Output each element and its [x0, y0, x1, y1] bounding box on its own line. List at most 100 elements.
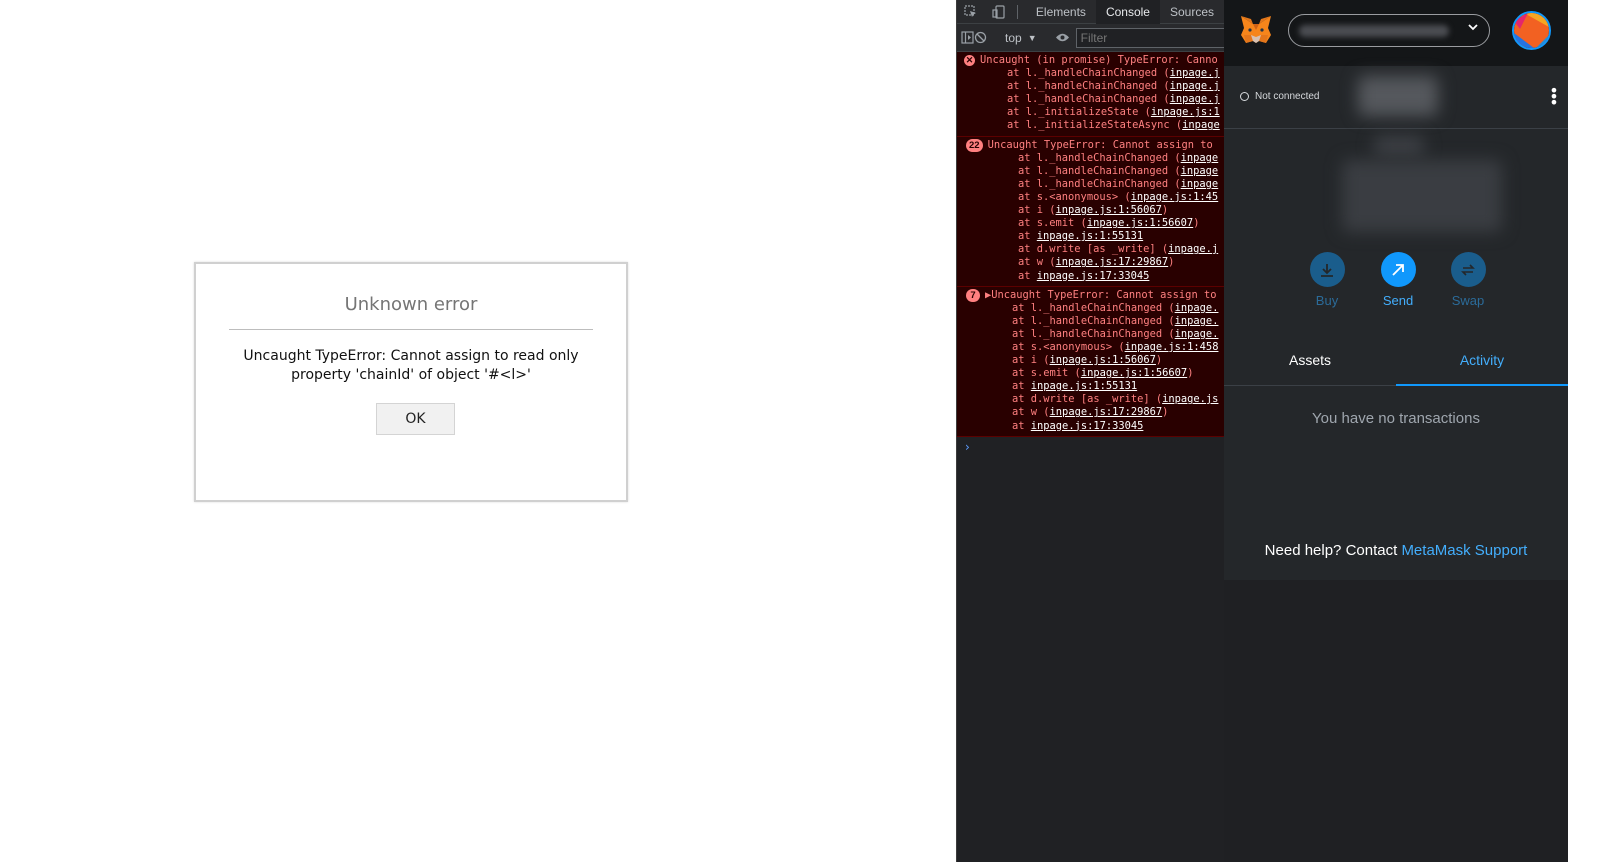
source-link[interactable]: inpage.js:1:55131 — [1031, 380, 1137, 392]
inspect-element-icon[interactable] — [957, 0, 985, 24]
source-link[interactable]: inpage.js:1:56607 — [1087, 217, 1193, 229]
buy-label: Buy — [1315, 293, 1339, 308]
send-button[interactable]: Send — [1373, 252, 1423, 308]
source-link[interactable]: inpage — [1182, 119, 1220, 131]
stack-frame-close: ) — [1193, 217, 1200, 230]
web-page: Unknown error Uncaught TypeError: Cannot… — [0, 0, 956, 862]
source-link[interactable]: inpage.j — [1168, 243, 1218, 255]
repeat-count-badge: 22 — [966, 138, 983, 152]
stack-frame-caller: at w ( — [1018, 256, 1056, 269]
stack-frame-caller: at l._handleChainChanged ( — [1007, 93, 1170, 106]
asset-tabs: Assets Activity — [1224, 340, 1568, 386]
stack-frame-line: at s.emit (inpage.js:1:56607) — [957, 367, 1224, 380]
ok-button[interactable]: OK — [376, 403, 455, 435]
devtools-background-extension — [1224, 580, 1568, 862]
device-toolbar-icon[interactable] — [985, 0, 1013, 24]
stack-frame-caller: at — [1018, 269, 1037, 282]
source-link[interactable]: inpage.js — [1162, 393, 1218, 405]
console-prompt[interactable]: › — [957, 437, 1224, 454]
stack-frame-line: at d.write [as _write] (inpage.j — [957, 243, 1224, 256]
stack-frame-caller: at s.<anonymous> ( — [1012, 340, 1125, 353]
error-dialog: Unknown error Uncaught TypeError: Cannot… — [194, 262, 628, 502]
dialog-title: Unknown error — [344, 294, 478, 315]
account-name-blurred — [1299, 25, 1449, 37]
stack-frame-line: at inpage.js:17:33045 — [957, 270, 1224, 283]
source-link[interactable]: inpage.js:1:55131 — [1037, 230, 1143, 242]
source-link[interactable]: inpage.js:1:56067 — [1050, 354, 1156, 366]
buy-button[interactable]: Buy — [1302, 252, 1352, 308]
source-link[interactable]: inpage. — [1175, 302, 1219, 314]
source-link[interactable]: inpage.js:17:29867 — [1056, 256, 1169, 268]
sidebar-toggle-icon[interactable] — [961, 25, 974, 51]
source-link[interactable]: inpage.js:1:458 — [1125, 341, 1219, 353]
source-link[interactable]: inpage.j — [1170, 80, 1220, 92]
source-link[interactable]: inpage — [1181, 165, 1219, 177]
console-error-entry[interactable]: 7 ▶Uncaught TypeError: Cannot assign to at… — [957, 286, 1224, 437]
account-selector[interactable] — [1288, 14, 1490, 47]
source-link[interactable]: inpage.js:1:45 — [1131, 191, 1219, 203]
stack-frame-close: ) — [1162, 406, 1169, 419]
stack-frame-line: at l._initializeStateAsync (inpage — [957, 119, 1224, 132]
console-error-entry[interactable]: 22 Uncaught TypeError: Cannot assign to at… — [957, 136, 1224, 287]
metamask-support-link[interactable]: MetaMask Support — [1401, 542, 1527, 559]
console-error-entry[interactable]: ✕ Uncaught (in promise) TypeError: Canno a… — [957, 52, 1224, 137]
stack-frame-caller: at l._handleChainChanged ( — [1007, 80, 1170, 93]
source-link[interactable]: inpage. — [1175, 315, 1219, 327]
stack-frame-caller: at — [1012, 380, 1031, 393]
stack-frame-caller: at i ( — [1018, 204, 1056, 217]
live-expression-eye-icon[interactable] — [1055, 25, 1070, 51]
connection-status-label: Not connected — [1255, 91, 1320, 102]
source-link[interactable]: inpage — [1181, 152, 1219, 164]
stack-frame-close: ) — [1187, 367, 1194, 380]
status-dot-icon — [1240, 92, 1249, 101]
metamask-fox-logo[interactable] — [1239, 13, 1273, 47]
swap-icon — [1450, 252, 1486, 287]
stack-frame-line: at l._handleChainChanged (inpage. — [957, 315, 1224, 328]
account-avatar[interactable] — [1512, 11, 1551, 50]
stack-frame-close: ) — [1168, 256, 1175, 269]
source-link[interactable]: inpage. — [1175, 328, 1219, 340]
stack-frame-caller: at w ( — [1012, 406, 1050, 419]
stack-frame-line: at l._handleChainChanged (inpage — [957, 152, 1224, 165]
source-link[interactable]: inpage.js:17:33045 — [1031, 420, 1144, 432]
stack-frame-line: at i (inpage.js:1:56067) — [957, 354, 1224, 367]
context-selector[interactable]: top ▼ — [999, 31, 1043, 45]
stack-frame-caller: at — [1012, 419, 1031, 432]
swap-label: Swap — [1451, 293, 1485, 308]
chevron-down-icon — [1467, 21, 1479, 37]
source-link[interactable]: inpage.js:17:29867 — [1050, 406, 1163, 418]
download-icon — [1309, 252, 1345, 287]
tab-activity[interactable]: Activity — [1396, 340, 1568, 386]
stack-frame-caller: at d.write [as _write] ( — [1012, 393, 1163, 406]
page-margin — [1568, 0, 1604, 862]
source-link[interactable]: inpage.js:1:56607 — [1081, 367, 1187, 379]
kebab-menu-icon[interactable]: • • • — [1548, 83, 1560, 111]
stack-frame-caller: at s.emit ( — [1018, 217, 1087, 230]
tab-console[interactable]: Console — [1095, 0, 1160, 24]
swap-button[interactable]: Swap — [1443, 252, 1493, 308]
source-link[interactable]: inpage.js:1:56067 — [1056, 204, 1162, 216]
tab-sources[interactable]: Sources — [1160, 0, 1224, 24]
clear-console-icon[interactable] — [974, 25, 987, 51]
error-icon: ✕ — [964, 55, 975, 67]
error-message-line: 22 Uncaught TypeError: Cannot assign to — [957, 139, 1224, 152]
stack-frame-caller: at l._initializeState ( — [1007, 106, 1151, 119]
source-link[interactable]: inpage.js:1 — [1151, 106, 1220, 118]
stack-frame-line: at l._handleChainChanged (inpage — [957, 178, 1224, 191]
connection-status[interactable]: Not connected — [1240, 91, 1320, 102]
stack-frame-line: at s.<anonymous> (inpage.js:1:458 — [957, 341, 1224, 354]
stack-frame-line: at w (inpage.js:17:29867) — [957, 256, 1224, 269]
console-filter-input[interactable] — [1075, 27, 1224, 48]
stack-frame-caller: at l._handleChainChanged ( — [1018, 164, 1181, 177]
stack-frame-caller: at — [1018, 230, 1037, 243]
source-link[interactable]: inpage.j — [1170, 67, 1220, 79]
account-address-blurred — [1374, 136, 1424, 156]
tab-assets[interactable]: Assets — [1224, 340, 1396, 385]
stack-frame-line: at inpage.js:17:33045 — [957, 420, 1224, 433]
tab-elements[interactable]: Elements — [1026, 0, 1096, 24]
source-link[interactable]: inpage.j — [1170, 93, 1220, 105]
source-link[interactable]: inpage.js:17:33045 — [1037, 270, 1150, 282]
source-link[interactable]: inpage — [1181, 178, 1219, 190]
stack-frame-line: at inpage.js:1:55131 — [957, 380, 1224, 393]
arrow-up-right-icon — [1380, 252, 1416, 287]
